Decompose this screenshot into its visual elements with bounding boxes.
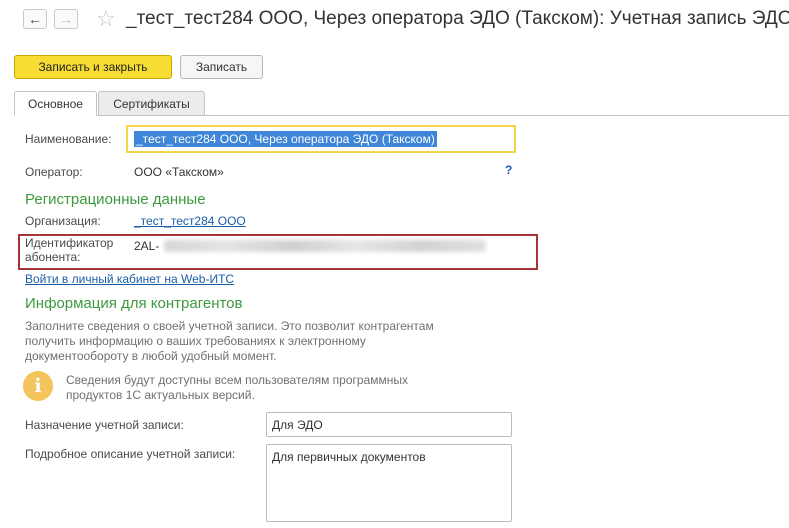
counterparty-description: Заполните сведения о своей учетной запис… [25, 319, 434, 364]
name-label: Наименование: [25, 132, 112, 146]
info-note: Сведения будут доступны всем пользовател… [66, 373, 408, 403]
forward-arrow-icon: → [59, 11, 73, 27]
name-value: _тест_тест284 ООО, Через оператора ЭДО (… [134, 131, 437, 147]
webits-link[interactable]: Войти в личный кабинет на Web-ИТС [25, 272, 234, 286]
counterparty-heading: Информация для контрагентов [25, 295, 243, 312]
back-arrow-icon: ← [28, 11, 42, 27]
subscriber-id-value: 2AL- [134, 239, 160, 253]
purpose-field[interactable]: Для ЭДО [266, 412, 512, 437]
registration-heading: Регистрационные данные [25, 191, 206, 208]
save-and-close-button[interactable]: Записать и закрыть [14, 55, 172, 79]
info-icon: i [23, 371, 53, 401]
organization-link[interactable]: _тест_тест284 ООО [134, 214, 246, 228]
name-field[interactable]: _тест_тест284 ООО, Через оператора ЭДО (… [126, 125, 516, 153]
window-title: _тест_тест284 ООО, Через оператора ЭДО (… [126, 8, 789, 29]
note-line: продуктов 1С актуальных версий. [66, 388, 255, 402]
subscriber-id-label: Идентификатор абонента: [25, 236, 113, 264]
details-textarea[interactable]: Для первичных документов [266, 444, 512, 522]
description-line: получить информацию о ваших требованиях … [25, 334, 366, 348]
operator-value: ООО «Такском» [134, 165, 224, 179]
help-link[interactable]: ? [505, 163, 512, 177]
subscriber-id-label-line1: Идентификатор [25, 236, 114, 250]
organization-label: Организация: [25, 214, 101, 228]
details-label: Подробное описание учетной записи: [25, 447, 236, 461]
forward-button[interactable]: → [54, 9, 78, 29]
save-button[interactable]: Записать [180, 55, 263, 79]
description-line: документообороту в любой удобный момент. [25, 349, 277, 363]
star-icon[interactable]: ☆ [96, 6, 116, 32]
tab-certificates[interactable]: Сертификаты [98, 91, 205, 116]
back-button[interactable]: ← [23, 9, 47, 29]
subscriber-id-label-line2: абонента: [25, 250, 81, 264]
tab-main[interactable]: Основное [14, 91, 97, 116]
purpose-label: Назначение учетной записи: [25, 418, 184, 432]
subscriber-id-blurred [164, 240, 486, 252]
note-line: Сведения будут доступны всем пользовател… [66, 373, 408, 387]
description-line: Заполните сведения о своей учетной запис… [25, 319, 434, 333]
operator-label: Оператор: [25, 165, 83, 179]
